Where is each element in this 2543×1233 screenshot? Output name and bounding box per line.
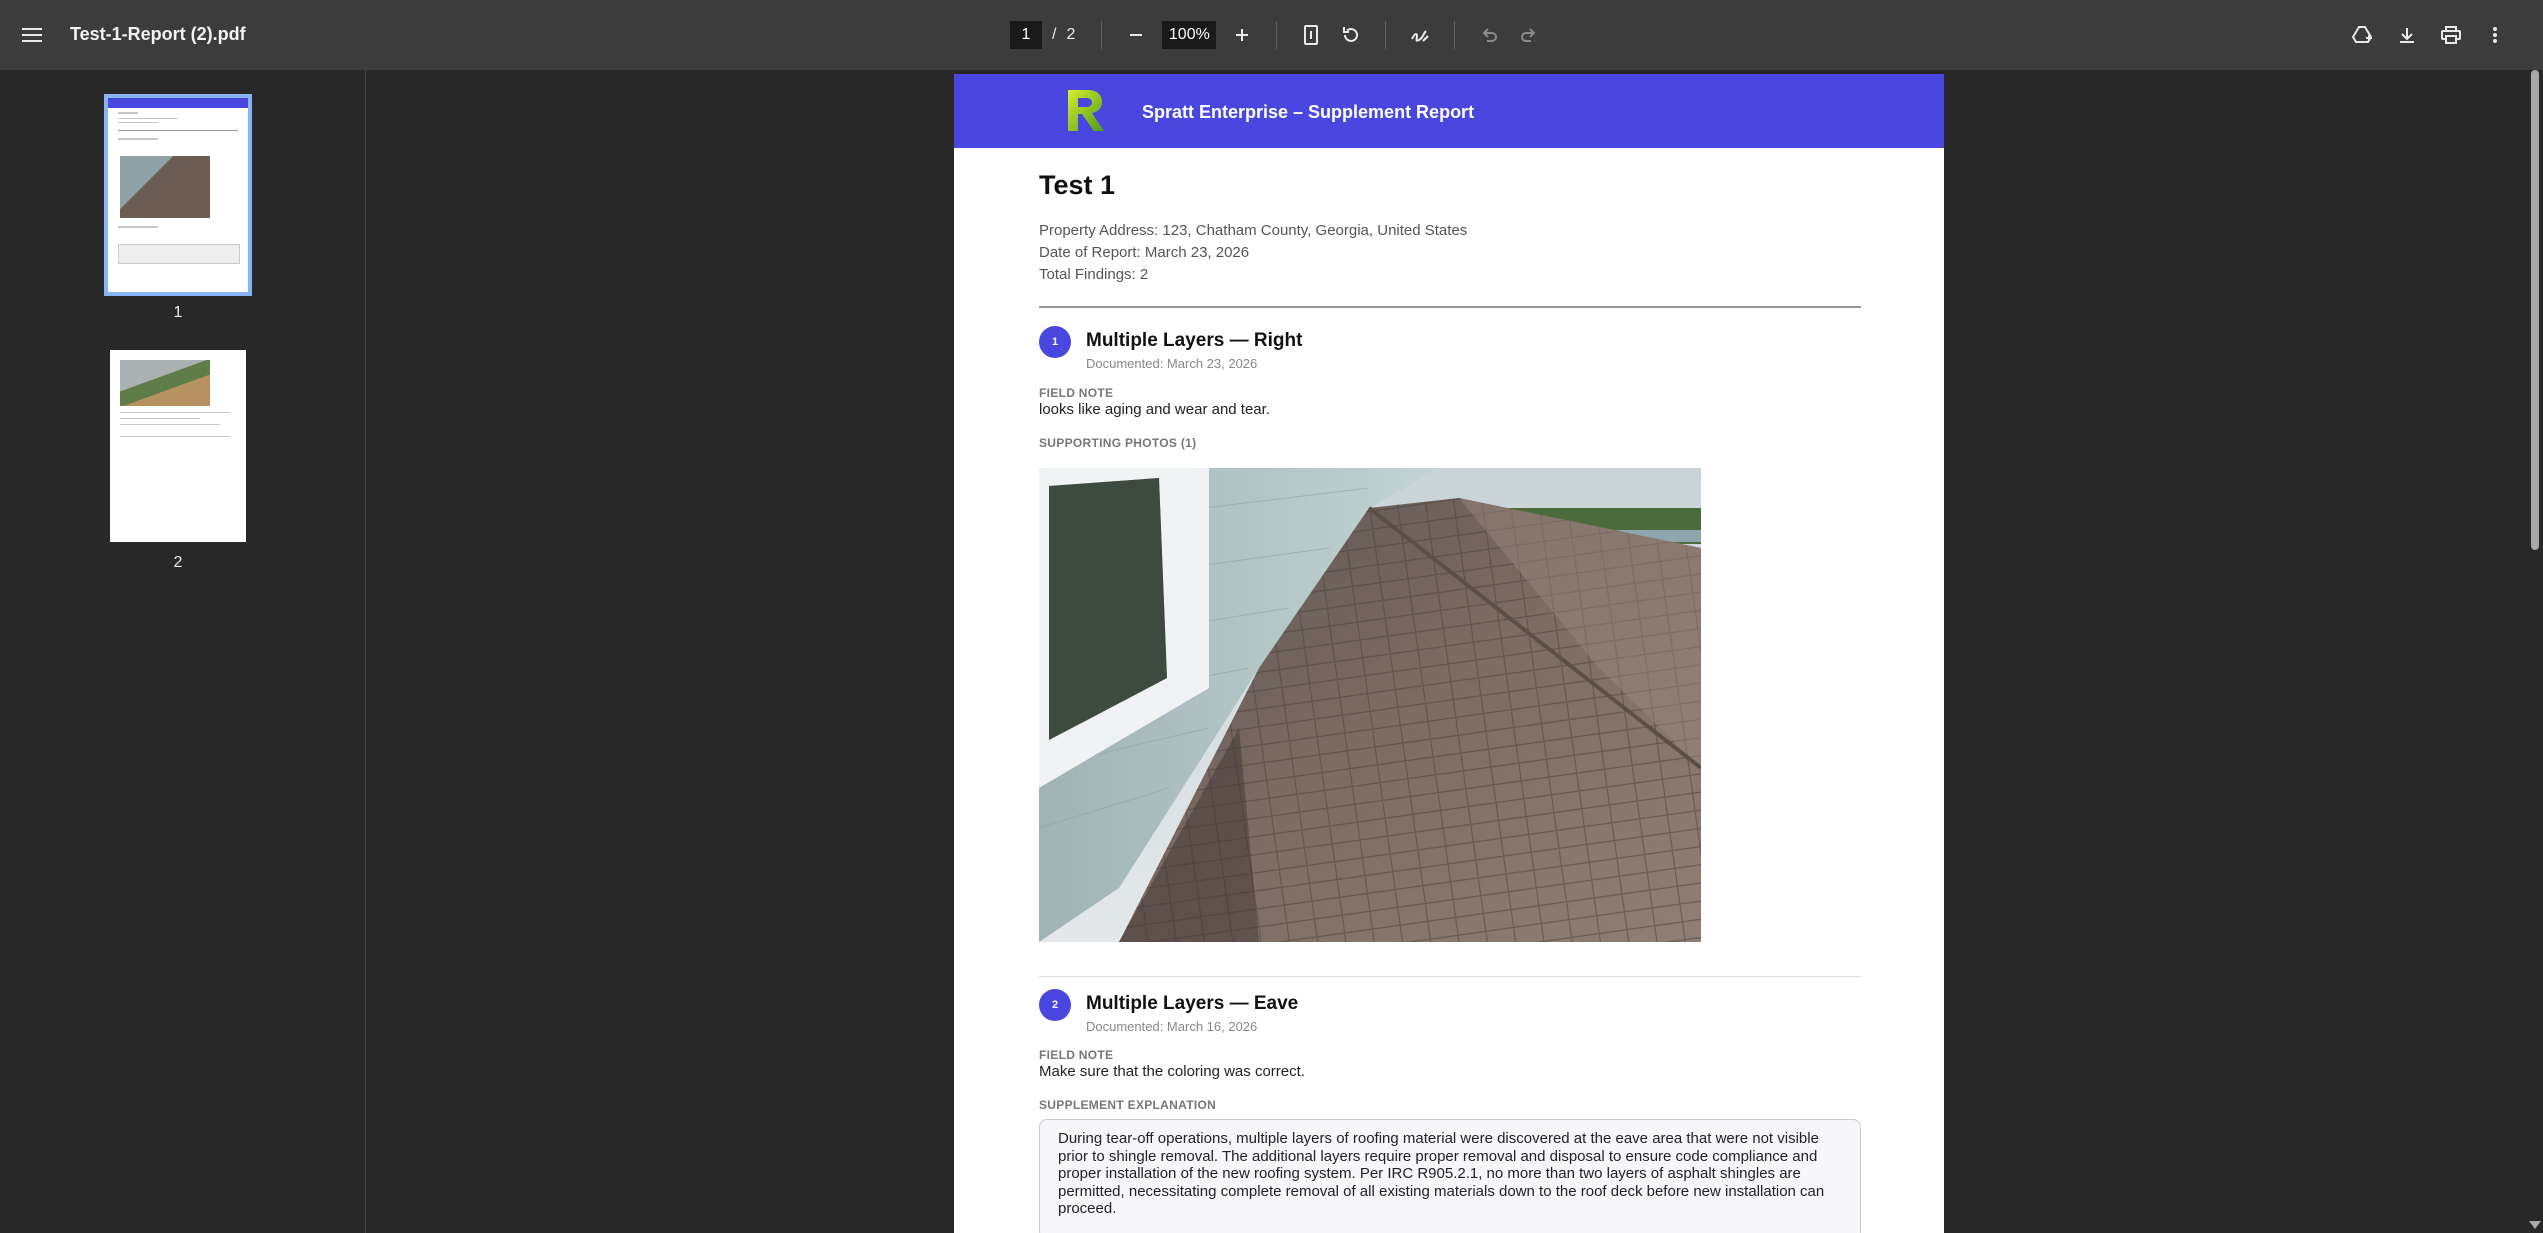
- company-logo: [1068, 90, 1104, 131]
- thumbnail-photo: [120, 156, 210, 218]
- toolbar-divider: [1276, 21, 1278, 49]
- download-button[interactable]: [2389, 17, 2425, 53]
- field-note-text: looks like aging and wear and tear.: [1039, 401, 1270, 418]
- zoom-input[interactable]: [1162, 21, 1217, 49]
- property-address: Property Address: 123, Chatham County, G…: [1039, 222, 1468, 239]
- field-note-label: FIELD NOTE: [1039, 1048, 1114, 1062]
- field-note-label: FIELD NOTE: [1039, 386, 1114, 400]
- hamburger-menu-icon: [22, 28, 42, 42]
- report-header-bar: Spratt Enterprise – Supplement Report: [954, 74, 1944, 148]
- report-header-title: Spratt Enterprise – Supplement Report: [1142, 102, 1475, 122]
- report-date: Date of Report: March 23, 2026: [1039, 244, 1250, 261]
- toolbar-center-controls: / 2: [1010, 15, 1549, 55]
- page-thumbnail-1[interactable]: [104, 94, 252, 296]
- thumbnail-header-bar: [108, 98, 248, 108]
- undo-button[interactable]: [1471, 17, 1507, 53]
- pdf-viewer[interactable]: Spratt Enterprise – Supplement Report Te…: [367, 70, 2527, 1233]
- draw-pen-icon: [1411, 30, 1430, 42]
- finding-title: Multiple Layers — Right: [1086, 330, 1303, 351]
- rotate-icon: [1343, 27, 1359, 42]
- toolbar-divider: [1454, 21, 1456, 49]
- finding-number-badge: 2: [1039, 989, 1071, 1021]
- print-button[interactable]: [2433, 17, 2469, 53]
- minus-icon: [1130, 34, 1143, 36]
- drive-add-icon: [2352, 26, 2373, 43]
- file-name: Test-1-Report (2).pdf: [70, 24, 246, 44]
- finding-number-badge: 1: [1039, 326, 1071, 358]
- more-vertical-icon: [2493, 27, 2497, 43]
- more-options-button[interactable]: [2477, 17, 2513, 53]
- scrollbar-thumb[interactable]: [2531, 70, 2539, 550]
- rotate-button[interactable]: [1333, 17, 1369, 53]
- menu-button[interactable]: [14, 17, 50, 53]
- supporting-photo-roof[interactable]: [1039, 468, 1701, 942]
- annotate-button[interactable]: [1402, 17, 1438, 53]
- pdf-page-1: Spratt Enterprise – Supplement Report Te…: [954, 74, 1944, 1233]
- supporting-photos-label: SUPPORTING PHOTOS (1): [1039, 436, 1197, 450]
- undo-icon: [1482, 28, 1498, 42]
- finding-documented-date: Documented: March 16, 2026: [1086, 1019, 1258, 1034]
- finding-divider: [1039, 976, 1861, 977]
- supplement-explanation-text: During tear-off operations, multiple lay…: [1039, 1119, 1861, 1233]
- fit-page-icon: [1304, 25, 1319, 45]
- download-icon: [2400, 28, 2414, 43]
- thumbnail-photo: [120, 360, 210, 406]
- scroll-down-arrow-icon[interactable]: [2529, 1221, 2541, 1229]
- toolbar-right-controls: [2345, 15, 2513, 55]
- total-pages: 2: [1066, 26, 1076, 43]
- roof-photo-image: [1039, 468, 1701, 942]
- redo-icon: [1521, 28, 1536, 42]
- plus-icon: [1236, 29, 1249, 41]
- thumbnail-label-2: 2: [173, 554, 183, 571]
- page-number-input[interactable]: [1010, 21, 1042, 49]
- field-note-text: Make sure that the coloring was correct.: [1039, 1063, 1305, 1080]
- printer-icon: [2441, 26, 2461, 44]
- total-findings: Total Findings: 2: [1039, 266, 1149, 283]
- fit-page-button[interactable]: [1293, 17, 1329, 53]
- toolbar-divider: [1101, 21, 1103, 49]
- zoom-out-button[interactable]: [1118, 17, 1154, 53]
- pdf-toolbar: Test-1-Report (2).pdf / 2: [0, 0, 2543, 70]
- supplement-explanation-label: SUPPLEMENT EXPLANATION: [1039, 1098, 1217, 1112]
- thumbnail-sidebar: 1 2: [0, 70, 366, 1233]
- save-to-drive-button[interactable]: [2345, 17, 2381, 53]
- report-title: Test 1: [1039, 170, 1116, 200]
- page-thumbnail-2[interactable]: [110, 350, 246, 542]
- section-divider: [1039, 306, 1861, 308]
- page-separator: /: [1052, 26, 1057, 43]
- redo-button[interactable]: [1511, 17, 1547, 53]
- finding-documented-date: Documented: March 23, 2026: [1086, 356, 1258, 371]
- finding-title: Multiple Layers — Eave: [1086, 993, 1299, 1014]
- zoom-in-button[interactable]: [1224, 17, 1260, 53]
- thumbnail-label-1: 1: [173, 304, 183, 321]
- vertical-scrollbar[interactable]: [2527, 70, 2543, 1233]
- toolbar-divider: [1385, 21, 1387, 49]
